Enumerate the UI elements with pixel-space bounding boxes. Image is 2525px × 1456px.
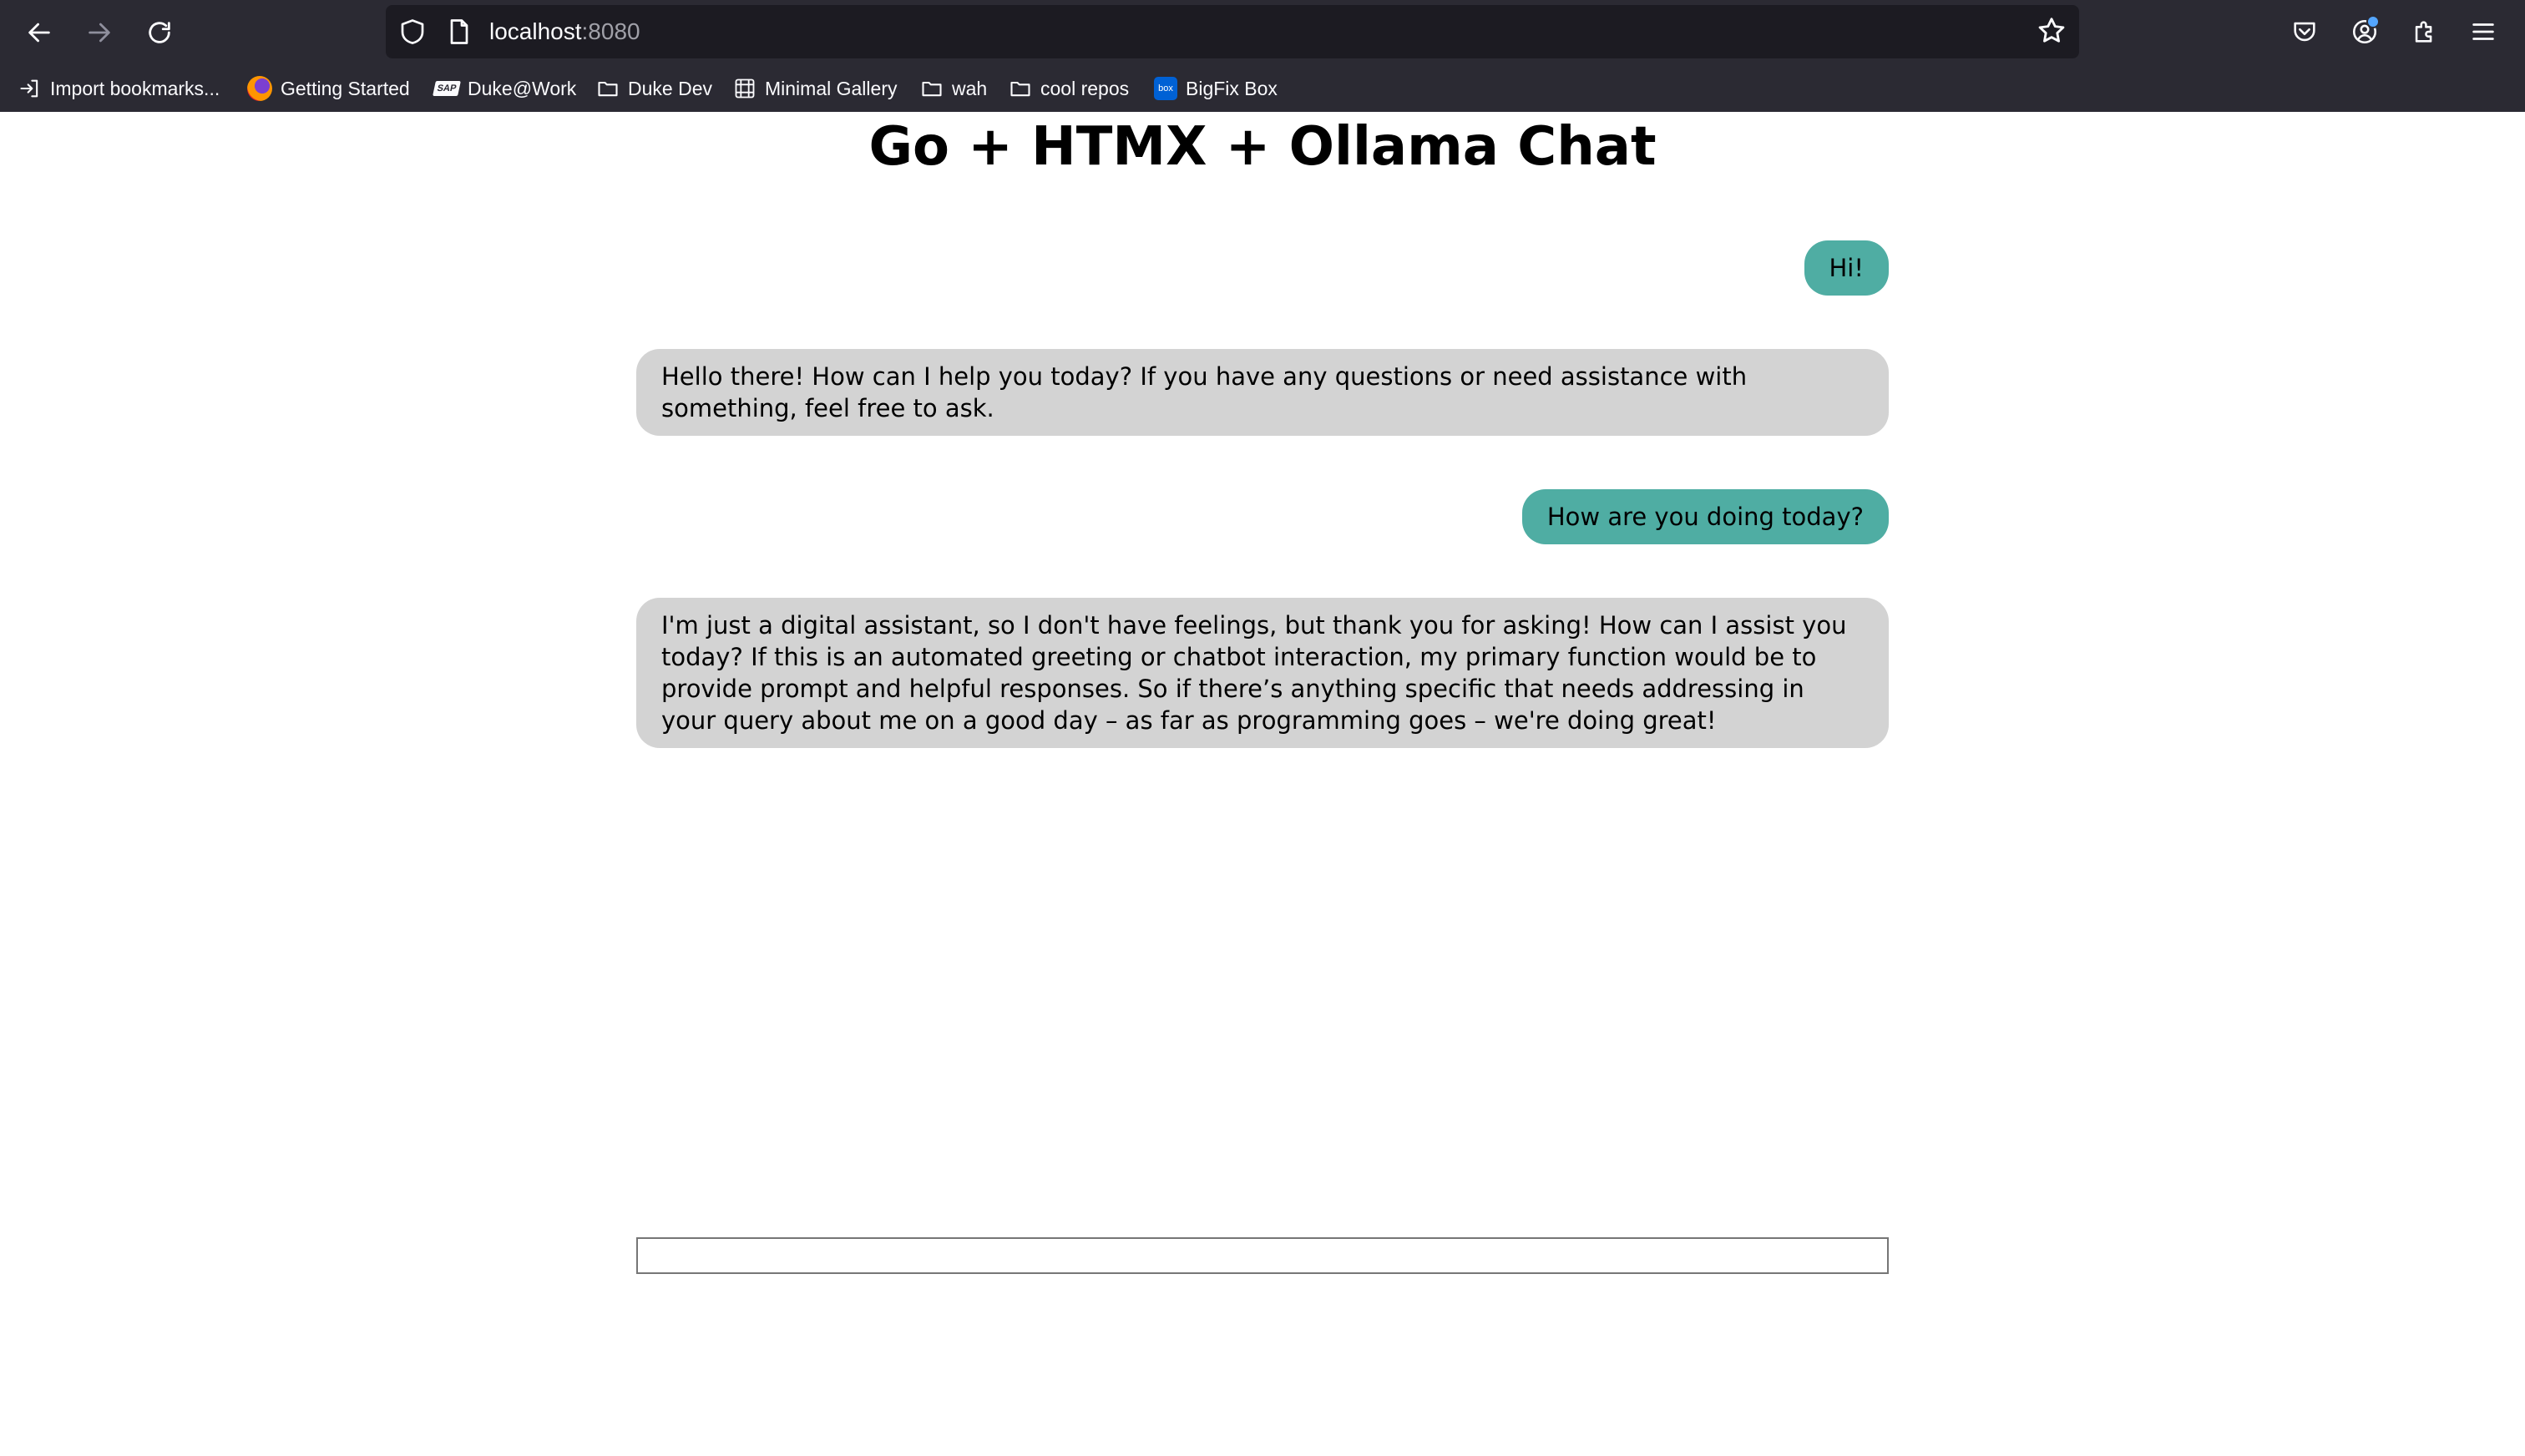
reload-icon (149, 22, 170, 43)
forward-arrow-icon (89, 23, 110, 43)
folder-icon (598, 81, 618, 97)
bookmark-duke-at-work[interactable]: SAP Duke@Work (433, 73, 577, 104)
bookmark-duke-dev[interactable]: Duke Dev (596, 73, 712, 104)
reload-button[interactable] (139, 12, 180, 53)
bookmark-label: Getting Started (281, 77, 410, 99)
folder-icon (922, 81, 942, 97)
menu-button[interactable] (2465, 13, 2502, 50)
shield-icon[interactable] (397, 17, 428, 47)
url-port: :8080 (581, 18, 640, 44)
bookmark-label: cool repos (1040, 77, 1130, 99)
back-button[interactable] (18, 12, 60, 53)
puzzle-icon (2415, 21, 2432, 43)
extensions-button[interactable] (2406, 13, 2443, 50)
bookmark-getting-started[interactable]: Getting Started (247, 73, 410, 104)
address-bar[interactable]: localhost:8080 (386, 5, 2079, 58)
bookmark-import[interactable]: Import bookmarks... (18, 73, 220, 104)
bookmark-label: Import bookmarks... (50, 77, 220, 99)
bookmark-label: wah (952, 77, 988, 99)
browser-toolbar: localhost:8080 (0, 0, 2525, 65)
message-row: I'm just a digital assistant, so I don't… (636, 598, 1889, 748)
bookmark-label: Duke@Work (468, 77, 577, 99)
user-message-bubble: Hi! (1804, 240, 1889, 296)
bookmark-cool-repos[interactable]: cool repos (1009, 73, 1129, 104)
chat-message-input[interactable] (636, 1237, 1889, 1274)
message-row: Hi! (636, 240, 1889, 296)
folder-icon (1010, 81, 1030, 97)
assistant-message-bubble: Hello there! How can I help you today? I… (636, 349, 1889, 436)
bookmark-label: Duke Dev (628, 77, 712, 99)
hamburger-menu-icon (2472, 23, 2494, 40)
url-host: localhost (489, 18, 582, 44)
gallery-icon (735, 78, 755, 99)
assistant-message-bubble: I'm just a digital assistant, so I don't… (636, 598, 1889, 748)
import-icon (20, 79, 38, 98)
back-arrow-icon (28, 23, 50, 43)
message-row: Hello there! How can I help you today? I… (636, 349, 1889, 436)
bookmark-label: Minimal Gallery (765, 77, 898, 99)
bookmark-label: BigFix Box (1186, 77, 1278, 99)
bookmark-minimal-gallery[interactable]: Minimal Gallery (733, 73, 897, 104)
url-text[interactable]: localhost:8080 (489, 18, 640, 45)
account-button[interactable] (2346, 13, 2383, 50)
pocket-icon (2294, 22, 2315, 42)
bookmark-star-icon[interactable] (2036, 15, 2067, 47)
firefox-icon (247, 76, 272, 101)
bookmarks-toolbar: Import bookmarks... Getting Started SAP … (0, 65, 2525, 112)
user-message-bubble: How are you doing today? (1521, 489, 1889, 544)
chat-log: Hi! Hello there! How can I help you toda… (636, 240, 1889, 801)
message-row: How are you doing today? (636, 489, 1889, 544)
page-title: Go + HTMX + Ollama Chat (868, 116, 1657, 178)
notification-dot (2366, 15, 2380, 28)
box-icon: box (1154, 77, 1177, 100)
page-info-icon[interactable] (444, 17, 474, 47)
bookmark-bigfix-box[interactable]: box BigFix Box (1154, 73, 1278, 104)
sap-icon: SAP (433, 81, 461, 96)
bookmark-wah[interactable]: wah (920, 73, 987, 104)
forward-button[interactable] (78, 12, 120, 53)
pocket-button[interactable] (2286, 13, 2323, 50)
